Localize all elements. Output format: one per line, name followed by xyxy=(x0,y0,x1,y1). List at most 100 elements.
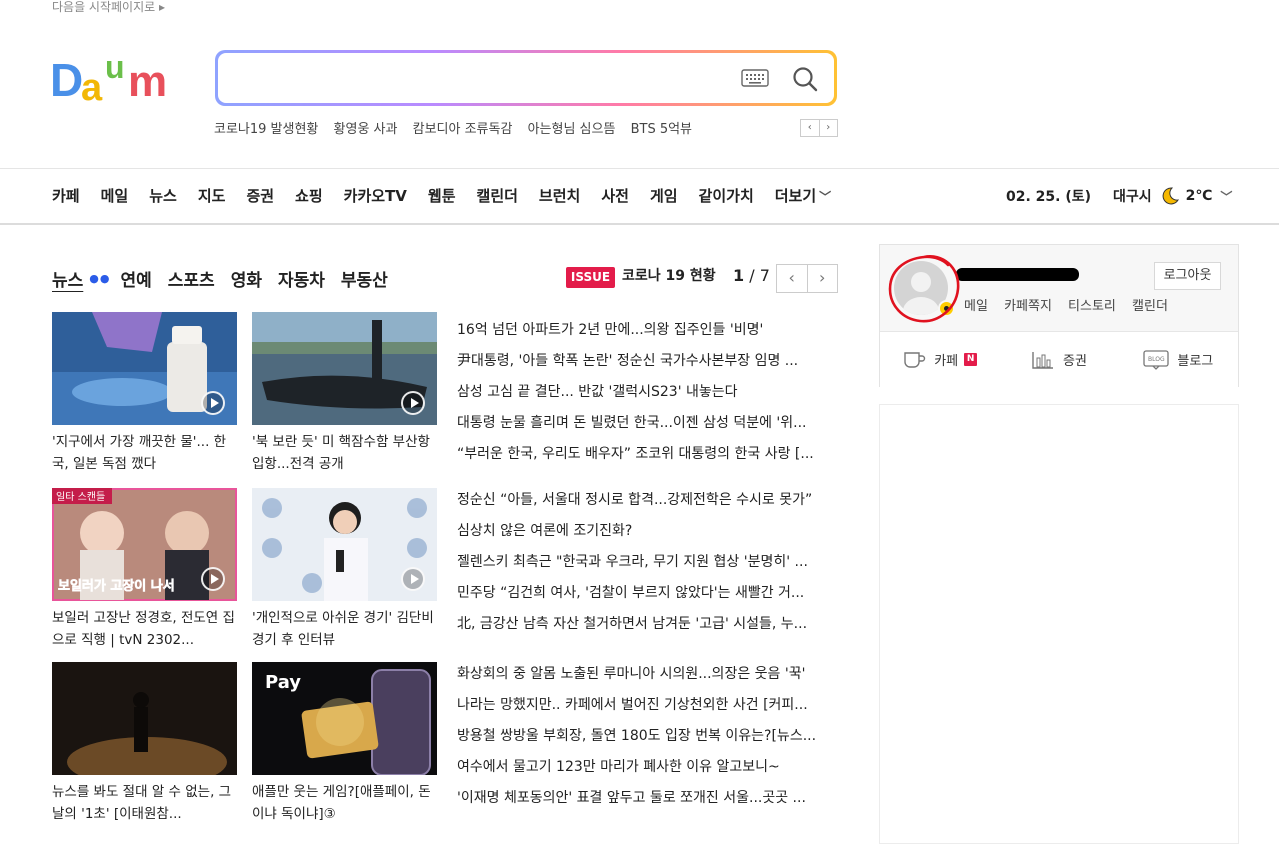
svg-text:D: D xyxy=(50,54,83,106)
thumb-overlay-text: 보일러가 고장이 나서 xyxy=(58,578,175,594)
headline-link[interactable]: 尹대통령, '아들 학폭 논란' 정순신 국가수사본부장 임명 ... xyxy=(457,346,837,377)
news-card-title: 보일러 고장난 정경호, 전도연 집으로 직행 | tvN 2302... xyxy=(52,610,235,648)
tab-entertainment[interactable]: 연예 xyxy=(120,266,151,291)
news-card-title: '북 보란 듯' 미 핵잠수함 부산항 입항...전격 공개 xyxy=(252,434,430,472)
headline-link[interactable]: 北, 금강산 남측 자산 철거하면서 남겨둔 '고급' 시설들, 누... xyxy=(457,609,837,640)
nav-mail[interactable]: 메일 xyxy=(101,183,129,209)
profile-link-tistory[interactable]: 티스토리 xyxy=(1068,299,1116,314)
moon-icon xyxy=(1162,187,1179,205)
headline-link[interactable]: 대통령 눈물 흘리며 돈 빌렸던 한국...이젠 삼성 덕분에 '위... xyxy=(457,408,837,439)
chart-icon xyxy=(1032,351,1054,369)
headline-link[interactable]: 나라는 망했지만.. 카페에서 벌어진 기상천외한 사건 [커피... xyxy=(457,690,837,721)
profile-links: 메일 카페쪽지 티스토리 캘린더 xyxy=(964,295,1180,314)
nav-map[interactable]: 지도 xyxy=(198,183,226,209)
headline-list: 정순신 “아들, 서울대 정시로 합격...강제전학은 수시로 못가” 심상치 … xyxy=(457,485,837,640)
trend-pager: ‹ › xyxy=(800,119,838,137)
trend-keyword[interactable]: 코로나19 발생현황 xyxy=(214,122,318,137)
logout-button[interactable]: 로그아웃 xyxy=(1154,262,1221,290)
news-card[interactable]: 일타 스캔들 보일러가 고장이 나서 보일러 고장난 정경호, 전도연 집으로 직… xyxy=(52,488,237,651)
search-box xyxy=(215,50,837,106)
headline-link[interactable]: '이재명 체포동의안' 표결 앞두고 둘로 쪼개진 서울...곳곳 ... xyxy=(457,783,837,814)
headline-link[interactable]: 정순신 “아들, 서울대 정시로 합격...강제전학은 수시로 못가” xyxy=(457,485,837,516)
news-card[interactable]: 뉴스를 봐도 절대 알 수 없는, 그 날의 '1초' [이태원참... xyxy=(52,662,237,825)
service-stock[interactable]: 증권 xyxy=(999,332,1118,387)
news-thumbnail xyxy=(252,488,437,601)
headline-link[interactable]: 방용철 쌍방울 부회장, 돌연 180도 입장 번복 이유는?[뉴스... xyxy=(457,721,837,752)
play-icon xyxy=(201,391,225,415)
tab-car[interactable]: 자동차 xyxy=(278,266,325,291)
headline-link[interactable]: 민주당 “김건희 여사, '검찰이 부르지 않았다'는 새빨간 거... xyxy=(457,578,837,609)
red-circle-annotation xyxy=(888,255,960,323)
trend-prev-button[interactable]: ‹ xyxy=(801,120,819,136)
headline-link[interactable]: 삼성 고심 끝 결단... 반값 '갤럭시S23' 내놓는다 xyxy=(457,377,837,408)
nav-more[interactable]: 더보기 ﹀ xyxy=(775,183,831,210)
play-icon xyxy=(401,391,425,415)
service-blog-label: 블로그 xyxy=(1177,354,1214,369)
trend-keyword[interactable]: 아는형님 심으뜸 xyxy=(528,122,616,137)
thumb-overlay-text: Pay xyxy=(265,672,301,693)
ad-banner-area xyxy=(879,404,1239,844)
profile-link-cafe-note[interactable]: 카페쪽지 xyxy=(1004,299,1052,314)
news-card[interactable]: '지구에서 가장 깨끗한 물'... 한국, 일본 독점 깼다 xyxy=(52,312,237,475)
headline-link[interactable]: 16억 넘던 아파트가 2년 만에...의왕 집주인들 '비명' xyxy=(457,315,837,346)
issue-title[interactable]: 코로나 19 현황 xyxy=(622,266,716,286)
trend-keyword[interactable]: 캄보디아 조류독감 xyxy=(413,122,513,137)
headline-link[interactable]: 화상회의 중 알몸 노출된 루마니아 시의원...의장은 웃음 '꾹' xyxy=(457,659,837,690)
trend-keyword[interactable]: 황영웅 사과 xyxy=(334,122,398,137)
issue-next-button[interactable]: › xyxy=(806,265,838,292)
nav-stock[interactable]: 증권 xyxy=(246,183,274,209)
headline-link[interactable]: “부러운 한국, 우리도 배우자” 조코위 대통령의 한국 사랑 [... xyxy=(457,439,837,470)
play-icon xyxy=(201,567,225,591)
news-card[interactable]: '북 보란 듯' 미 핵잠수함 부산항 입항...전격 공개 xyxy=(252,312,437,475)
news-tabs: 뉴스 ●● 연예 스포츠 영화 자동차 부동산 xyxy=(52,264,404,292)
nav-cafe[interactable]: 카페 xyxy=(52,183,80,209)
weather-widget: 02. 25. (토) 대구시 2℃ ﹀ xyxy=(1006,183,1232,209)
news-card-title: '개인적으로 아쉬운 경기' 김단비 경기 후 인터뷰 xyxy=(252,610,434,648)
news-thumbnail xyxy=(52,312,237,425)
search-input[interactable] xyxy=(232,61,732,93)
headline-link[interactable]: 젤렌스키 최측근 "한국과 우크라, 무기 지원 협상 '분명히' ... xyxy=(457,547,837,578)
nav-together[interactable]: 같이가치 xyxy=(699,183,754,209)
new-badge: N xyxy=(964,353,978,366)
trend-next-button[interactable]: › xyxy=(818,120,838,136)
weather-city[interactable]: 대구시 xyxy=(1113,186,1152,206)
headline-link[interactable]: 심상치 않은 여론에 조기진화? xyxy=(457,516,837,547)
nav-news[interactable]: 뉴스 xyxy=(149,183,177,209)
search-icon[interactable] xyxy=(791,65,819,93)
tab-news[interactable]: 뉴스 xyxy=(52,266,83,291)
nav-calendar[interactable]: 캘린더 xyxy=(477,183,518,209)
tab-realestate[interactable]: 부동산 xyxy=(341,266,388,291)
service-blog[interactable]: BLOG 블로그 xyxy=(1119,332,1238,387)
nav-game[interactable]: 게임 xyxy=(650,183,678,209)
chevron-down-icon[interactable]: ﹀ xyxy=(1220,188,1232,205)
svg-text:a: a xyxy=(81,67,103,106)
blog-icon: BLOG xyxy=(1143,349,1170,370)
profile-link-mail[interactable]: 메일 xyxy=(964,299,988,314)
news-card[interactable]: '개인적으로 아쉬운 경기' 김단비 경기 후 인터뷰 xyxy=(252,488,437,651)
weather-date: 02. 25. (토) xyxy=(1006,189,1092,205)
issue-page-counter: 1 / 7 xyxy=(733,265,770,287)
tab-movie[interactable]: 영화 xyxy=(231,266,262,291)
nav-webtoon[interactable]: 웹툰 xyxy=(428,183,456,209)
service-cafe-label: 카페 xyxy=(934,354,959,369)
news-card-title: 애플만 웃는 게임?[애플페이, 돈이냐 독이냐]③ xyxy=(252,784,431,822)
service-cafe[interactable]: 카페 N xyxy=(880,332,999,387)
set-start-page-link[interactable]: 다음을 시작페이지로 ▸ xyxy=(52,0,165,16)
issue-page-current: 1 xyxy=(733,266,745,285)
service-shortcuts: 카페 N 증권 BLOG 블로그 xyxy=(880,331,1238,387)
tab-sports[interactable]: 스포츠 xyxy=(168,266,215,291)
news-card[interactable]: Pay 애플만 웃는 게임?[애플페이, 돈이냐 독이냐]③ xyxy=(252,662,437,825)
trend-keyword[interactable]: BTS 5억뷰 xyxy=(631,122,692,137)
nav-brunch[interactable]: 브런치 xyxy=(539,183,580,209)
nav-dictionary[interactable]: 사전 xyxy=(601,183,629,209)
nav-more-label: 더보기 xyxy=(774,186,817,205)
profile-link-calendar[interactable]: 캘린더 xyxy=(1132,299,1168,314)
nav-kakaotv[interactable]: 카카오TV xyxy=(344,183,407,209)
global-nav: 카페 메일 뉴스 지도 증권 쇼핑 카카오TV 웹툰 캘린더 브런치 사전 게임… xyxy=(52,183,852,209)
headline-link[interactable]: 여수에서 물고기 123만 마리가 폐사한 이유 알고보니~ xyxy=(457,752,837,783)
keyboard-icon[interactable] xyxy=(741,69,769,87)
daum-logo[interactable]: D a u m xyxy=(50,52,192,106)
nav-shopping[interactable]: 쇼핑 xyxy=(295,183,323,209)
issue-prev-button[interactable]: ‹ xyxy=(777,265,807,292)
trending-keywords: 코로나19 발생현황 황영웅 사과 캄보디아 조류독감 아는형님 심으뜸 BTS… xyxy=(214,118,703,137)
